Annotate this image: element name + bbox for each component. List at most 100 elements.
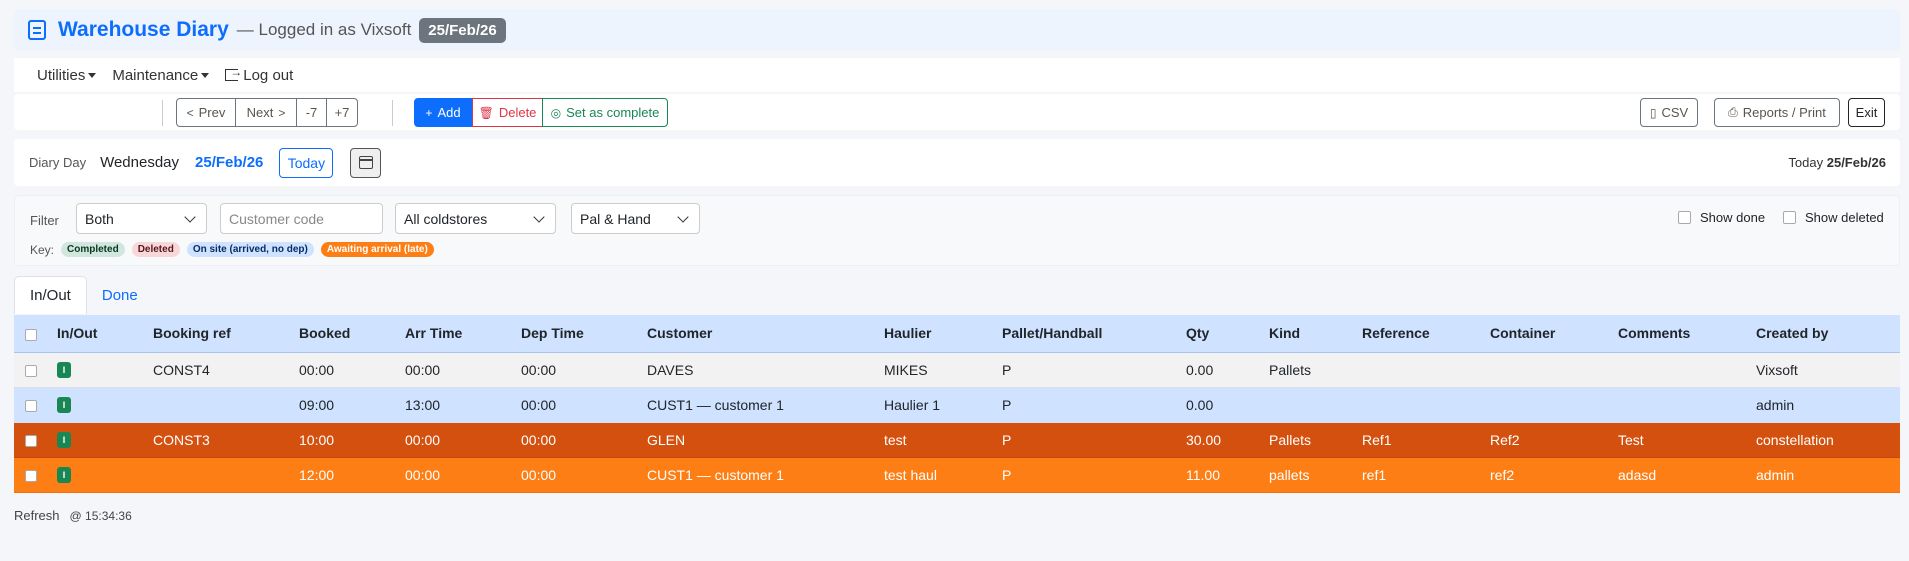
reports-print-button[interactable]: ⎙ Reports / Print [1714, 98, 1840, 127]
calendar-icon [358, 156, 373, 169]
col-haulier[interactable]: Haulier [884, 315, 1002, 353]
plus-7-button[interactable]: +7 [326, 98, 358, 127]
cell-pallet: P [1002, 387, 1186, 423]
handling-select[interactable]: Pal & Hand [571, 203, 700, 234]
select-all-header [14, 315, 57, 353]
col-container[interactable]: Container [1490, 315, 1618, 353]
col-pallet-handball[interactable]: Pallet/Handball [1002, 315, 1186, 353]
chevron-down-icon [184, 211, 196, 223]
cell-created-by: admin [1756, 387, 1900, 423]
csv-label: CSV [1661, 105, 1689, 120]
col-booked[interactable]: Booked [299, 315, 405, 353]
cell-created-by: Vixsoft [1756, 352, 1900, 388]
cell-booking-ref [153, 387, 299, 423]
row-checkbox[interactable] [25, 399, 37, 412]
cell-booking-ref [153, 457, 299, 493]
customer-code-input[interactable]: Customer code [220, 203, 383, 234]
coldstore-select[interactable]: All coldstores [395, 203, 556, 234]
cell-io: I [57, 387, 153, 423]
table-row[interactable]: I CONST3 10:00 00:00 00:00 GLEN test P 3… [14, 422, 1900, 458]
set-complete-label: Set as complete [566, 105, 660, 120]
cell-arr-time: 00:00 [405, 352, 521, 388]
table-row[interactable]: I 12:00 00:00 00:00 CUST1 — customer 1 t… [14, 457, 1900, 493]
in-badge: I [57, 397, 71, 414]
tab-done[interactable]: Done [87, 276, 153, 314]
cell-pallet: P [1002, 457, 1186, 493]
exit-button[interactable]: Exit [1848, 98, 1885, 127]
cell-reference [1362, 352, 1490, 388]
col-created-by[interactable]: Created by [1756, 315, 1900, 353]
select-all-checkbox[interactable] [25, 328, 37, 341]
table-row[interactable]: I CONST4 00:00 00:00 00:00 DAVES MIKES P… [14, 352, 1900, 388]
row-checkbox[interactable] [25, 434, 37, 447]
col-in-out[interactable]: In/Out [57, 315, 153, 353]
trash-icon: 🗑 [478, 105, 494, 120]
show-deleted-checkbox[interactable]: Show deleted [1783, 210, 1884, 225]
cell-qty: 0.00 [1186, 352, 1269, 388]
bookings-table: In/Out Booking ref Booked Arr Time Dep T… [14, 315, 1900, 493]
cell-customer: CUST1 — customer 1 [647, 387, 884, 423]
chevron-right-icon: > [278, 105, 286, 120]
cell-created-by: admin [1756, 457, 1900, 493]
col-arr-time[interactable]: Arr Time [405, 315, 521, 353]
menu-maintenance[interactable]: Maintenance [112, 67, 210, 84]
show-done-label: Show done [1700, 210, 1766, 225]
row-checkbox[interactable] [25, 469, 37, 482]
cell-kind [1269, 387, 1362, 423]
col-qty[interactable]: Qty [1186, 315, 1269, 353]
set-complete-button[interactable]: ◎ Set as complete [542, 98, 668, 127]
app-header: Warehouse Diary — Logged in as Vixsoft 2… [14, 9, 1900, 51]
calendar-button[interactable] [350, 147, 382, 178]
today-indicator-date: 25/Feb/26 [1826, 155, 1886, 170]
col-customer[interactable]: Customer [647, 315, 884, 353]
table-row[interactable]: I 09:00 13:00 00:00 CUST1 — customer 1 H… [14, 387, 1900, 423]
chevron-down-icon [533, 211, 545, 223]
delete-button[interactable]: 🗑 Delete [472, 98, 543, 127]
refresh-link[interactable]: Refresh [14, 508, 60, 523]
logged-in-as: — Logged in as Vixsoft [236, 20, 412, 39]
cell-booked: 00:00 [299, 352, 405, 388]
chevron-left-icon: < [186, 105, 194, 120]
show-done-checkbox[interactable]: Show done [1678, 210, 1765, 225]
app-title[interactable]: Warehouse Diary [58, 18, 229, 42]
cell-comments: Test [1618, 422, 1756, 458]
cell-io: I [57, 457, 153, 493]
cell-haulier: MIKES [884, 352, 1002, 388]
cell-dep-time: 00:00 [521, 422, 647, 458]
cell-container [1490, 387, 1618, 423]
prev-button[interactable]: < Prev [176, 98, 236, 127]
cell-io: I [57, 352, 153, 388]
col-comments[interactable]: Comments [1618, 315, 1756, 353]
direction-select[interactable]: Both [76, 203, 207, 234]
csv-button[interactable]: ▯ CSV [1640, 98, 1698, 127]
next-button[interactable]: Next > [235, 98, 297, 127]
cell-container: ref2 [1490, 457, 1618, 493]
logout-icon [225, 65, 242, 81]
diary-day-label: Diary Day [29, 155, 87, 170]
today-indicator: Today 25/Feb/26 [1788, 155, 1886, 170]
main-menu: Utilities Maintenance Log out [14, 58, 1900, 92]
menu-logout[interactable]: Log out [225, 65, 293, 84]
cell-dep-time: 00:00 [521, 387, 647, 423]
show-deleted-box[interactable] [1783, 211, 1796, 224]
row-checkbox[interactable] [25, 364, 37, 377]
show-done-box[interactable] [1678, 211, 1691, 224]
today-button[interactable]: Today [279, 147, 334, 178]
cell-kind: Pallets [1269, 422, 1362, 458]
col-reference[interactable]: Reference [1362, 315, 1490, 353]
minus-7-button[interactable]: -7 [296, 98, 327, 127]
caret-down-icon [88, 73, 97, 79]
menu-utilities[interactable]: Utilities [37, 67, 97, 84]
cell-comments [1618, 352, 1756, 388]
cell-customer: GLEN [647, 422, 884, 458]
tab-in-out[interactable]: In/Out [14, 276, 87, 314]
col-booking-ref[interactable]: Booking ref [153, 315, 299, 353]
add-button[interactable]: + Add [414, 98, 472, 127]
add-label: Add [437, 105, 461, 120]
diary-day-bar: Diary Day Wednesday 25/Feb/26 Today Toda… [14, 139, 1900, 186]
cell-comments [1618, 387, 1756, 423]
col-dep-time[interactable]: Dep Time [521, 315, 647, 353]
direction-select-value: Both [85, 210, 114, 227]
cell-booked: 09:00 [299, 387, 405, 423]
col-kind[interactable]: Kind [1269, 315, 1362, 353]
